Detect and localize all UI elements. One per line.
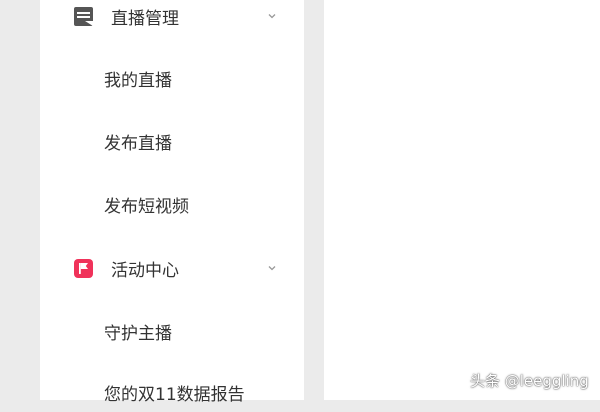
layout-gutter bbox=[304, 0, 324, 400]
nav-item-my-live[interactable]: 我的直播 bbox=[40, 58, 304, 98]
live-manage-icon bbox=[74, 6, 93, 26]
nav-item-publish-short-video[interactable]: 发布短视频 bbox=[40, 184, 304, 224]
nav-item-label: 我的直播 bbox=[104, 70, 172, 91]
watermark: 头条 @leeggling bbox=[470, 372, 589, 390]
nav-section-label: 活动中心 bbox=[111, 260, 179, 281]
nav-section-label: 直播管理 bbox=[111, 8, 179, 29]
nav-item-publish-live[interactable]: 发布直播 bbox=[40, 121, 304, 161]
nav-item-guard-anchor[interactable]: 守护主播 bbox=[40, 311, 304, 351]
chevron-down-icon[interactable] bbox=[266, 262, 278, 274]
nav-item-label: 发布短视频 bbox=[104, 196, 189, 217]
sidebar-nav: 直播管理 我的直播 发布直播 发布短视频 活动中心 守护主播 您的双11数据报告 bbox=[40, 0, 304, 405]
nav-item-label: 发布直播 bbox=[104, 133, 172, 154]
nav-item-label: 守护主播 bbox=[104, 323, 172, 344]
chevron-down-icon[interactable] bbox=[266, 10, 278, 22]
main-content-area bbox=[324, 0, 600, 400]
flag-icon bbox=[74, 258, 93, 278]
nav-item-double11-report[interactable]: 您的双11数据报告 bbox=[40, 372, 304, 412]
nav-section-live-management[interactable]: 直播管理 bbox=[40, 0, 304, 36]
nav-item-label: 您的双11数据报告 bbox=[104, 384, 245, 405]
nav-section-activity-center[interactable]: 活动中心 bbox=[40, 248, 304, 288]
